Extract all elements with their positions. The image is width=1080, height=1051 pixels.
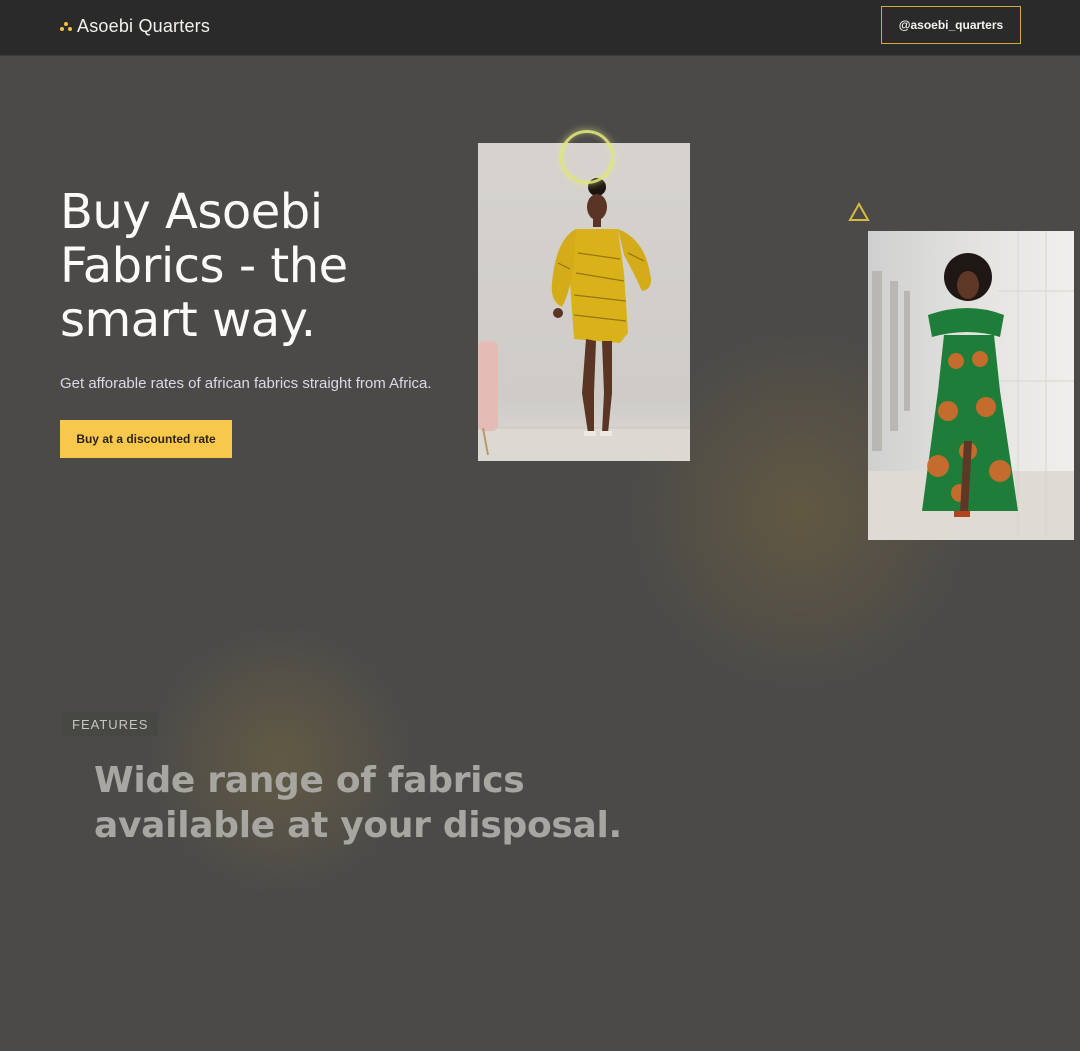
brand-name: Asoebi Quarters — [77, 15, 211, 36]
top-navbar: Asoebi Quarters @asoebi_quarters — [0, 0, 1080, 56]
three-dots-logo-icon — [59, 20, 73, 32]
hero-subtitle: Get afforable rates of african fabrics s… — [60, 375, 432, 392]
model-yellow-dress-image — [478, 143, 690, 461]
model-green-dress-image — [868, 231, 1074, 540]
hero-title: Buy Asoebi Fabrics - the smart way. — [60, 184, 348, 348]
brand[interactable]: Asoebi Quarters — [59, 14, 210, 38]
glowing-ring-icon — [560, 130, 614, 184]
features-tag: FEATURES — [62, 712, 159, 736]
buy-discounted-button[interactable]: Buy at a discounted rate — [60, 420, 232, 458]
features-title: Wide range of fabrics available at your … — [94, 760, 622, 846]
instagram-handle-button[interactable]: @asoebi_quarters — [881, 6, 1021, 44]
triangle-outline-icon — [848, 202, 870, 221]
